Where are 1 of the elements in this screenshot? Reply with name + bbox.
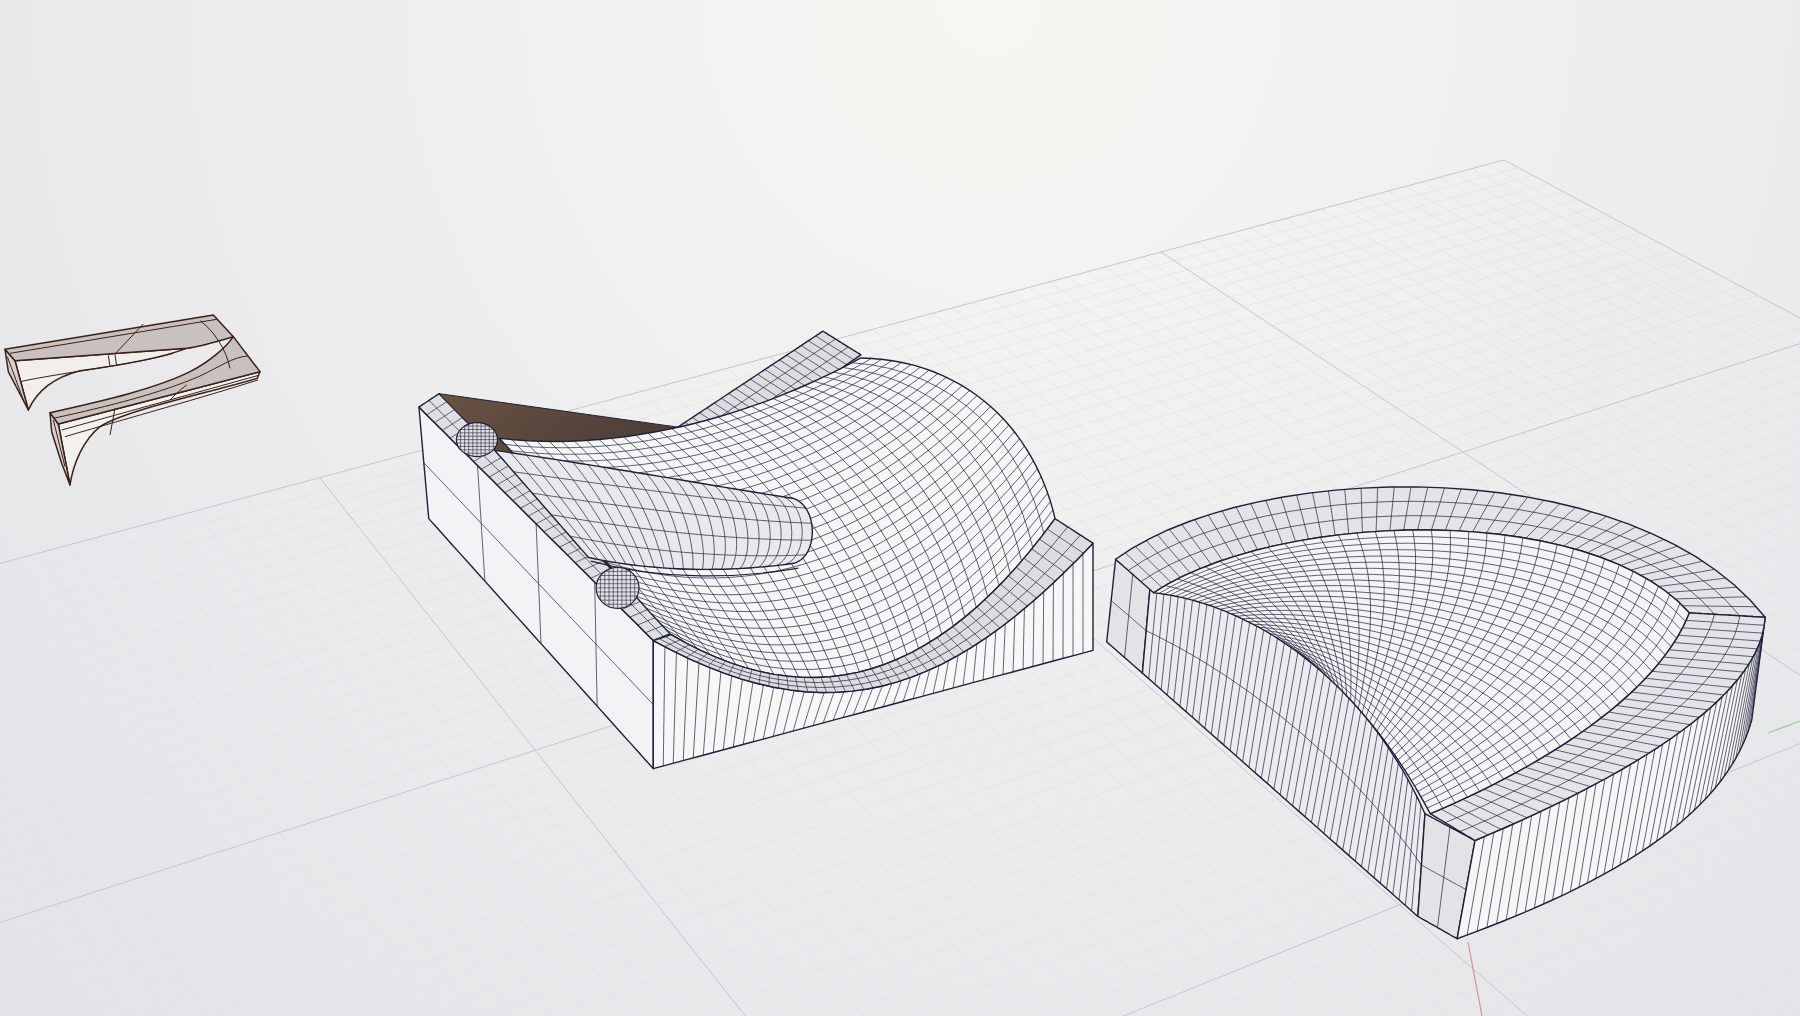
- axis-line: [1767, 720, 1800, 734]
